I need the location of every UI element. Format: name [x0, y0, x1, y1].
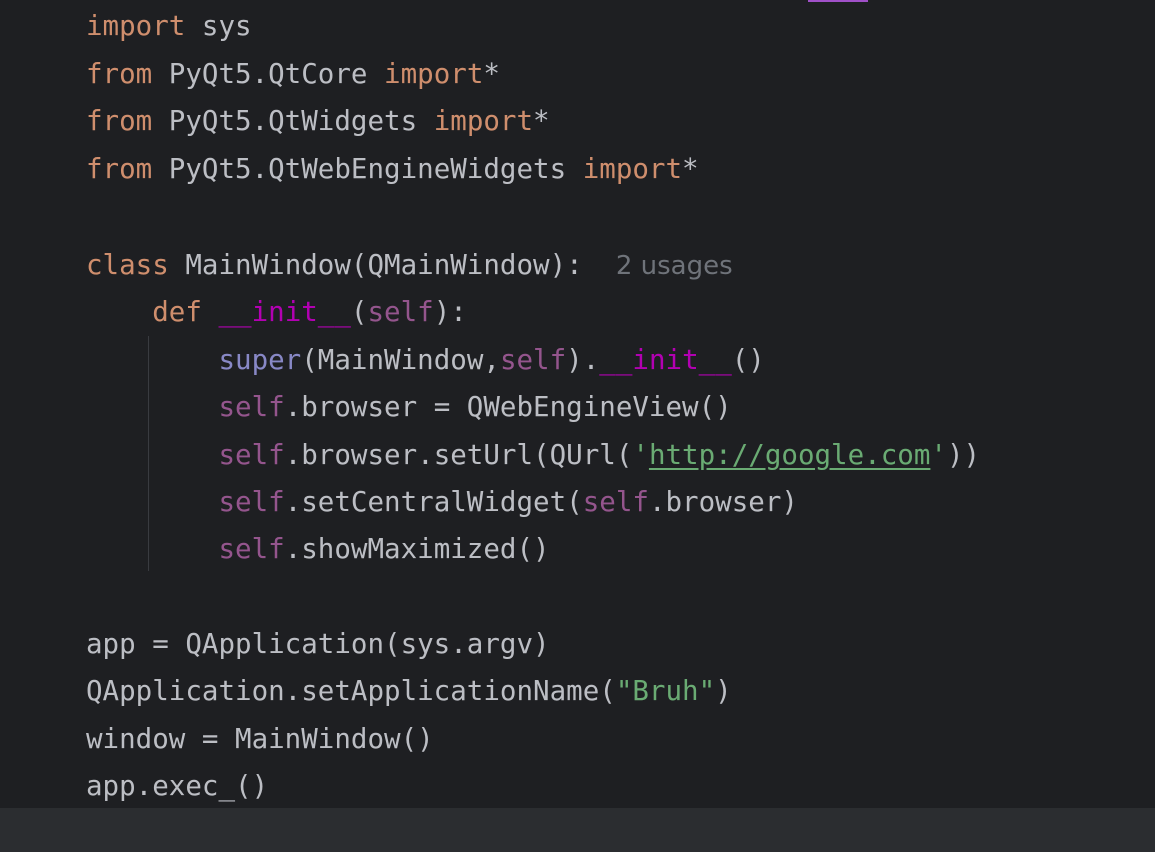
code-text: ): — [433, 296, 467, 328]
code-text: .browser) — [648, 486, 798, 518]
code-line-10[interactable]: self.setCentralWidget(self.browser) — [86, 482, 798, 522]
code-line-8[interactable]: self.browser = QWebEngineView() — [86, 387, 732, 427]
usages-inlay-hint[interactable]: 2 usages — [616, 251, 733, 281]
code-line-9[interactable]: self.browser.setUrl(QUrl('http://google.… — [86, 435, 980, 475]
keyword: from — [86, 58, 153, 90]
code-line-6[interactable]: def __init__(self): — [86, 292, 467, 332]
code-text: () — [731, 344, 765, 376]
code-line-15[interactable]: app.exec_() — [86, 766, 268, 806]
code-text: * — [682, 153, 699, 185]
code-text: ). — [566, 344, 600, 376]
code-line-7[interactable]: super(MainWindow,self).__init__() — [86, 340, 765, 380]
code-text: MainWindow(QMainWindow): — [168, 249, 583, 281]
code-text: .browser.setUrl(QUrl( — [284, 439, 633, 471]
url-link[interactable]: http://google.com — [649, 439, 930, 471]
code-text: PyQt5.QtWidgets — [152, 105, 434, 137]
code-line-12[interactable]: app = QApplication(sys.argv) — [86, 624, 550, 664]
code-text: .showMaximized() — [284, 533, 550, 565]
code-text: window = MainWindow() — [86, 723, 434, 755]
code-text: ) — [715, 675, 732, 707]
code-editor[interactable]: import sys from PyQt5.QtCore import* fro… — [0, 0, 1155, 808]
keyword: import — [433, 105, 534, 137]
builtin: super — [218, 344, 302, 376]
code-line-4[interactable]: from PyQt5.QtWebEngineWidgets import* — [86, 149, 699, 189]
code-text: app = QApplication(sys.argv) — [86, 628, 550, 660]
code-line-11[interactable]: self.showMaximized() — [86, 529, 550, 569]
code-line-3[interactable]: from PyQt5.QtWidgets import* — [86, 101, 550, 141]
self-keyword: self — [582, 486, 649, 518]
code-text: QApplication.setApplicationName( — [86, 675, 616, 707]
keyword: import — [86, 10, 186, 42]
code-text: app.exec_() — [86, 770, 269, 802]
self-keyword: self — [218, 391, 285, 423]
self-keyword: self — [218, 533, 285, 565]
code-text: .setCentralWidget( — [284, 486, 583, 518]
code-text: .browser = QWebEngineView() — [284, 391, 732, 423]
code-line-2[interactable]: from PyQt5.QtCore import* — [86, 54, 500, 94]
code-line-5[interactable]: class MainWindow(QMainWindow): 2 usages — [86, 245, 733, 285]
bottom-panel-strip — [0, 808, 1155, 852]
scroll-marker — [808, 0, 868, 2]
string-literal: "Bruh" — [615, 675, 716, 707]
dunder-method: __init__ — [218, 296, 351, 328]
self-keyword: self — [367, 296, 434, 328]
dunder-method: __init__ — [599, 344, 732, 376]
code-text: * — [483, 58, 500, 90]
keyword: def — [152, 296, 202, 328]
code-line-13[interactable]: QApplication.setApplicationName("Bruh") — [86, 671, 732, 711]
code-line-14[interactable]: window = MainWindow() — [86, 719, 434, 759]
code-text: )) — [946, 439, 981, 471]
code-text: ( — [350, 296, 368, 328]
code-text: PyQt5.QtWebEngineWidgets — [152, 153, 583, 185]
code-line-1[interactable]: import sys — [86, 6, 252, 46]
string-quote: ' — [930, 439, 947, 471]
keyword: class — [86, 249, 169, 281]
self-keyword: self — [218, 439, 285, 471]
keyword: from — [86, 105, 153, 137]
code-text: PyQt5.QtCore — [152, 58, 385, 90]
code-text: sys — [185, 10, 252, 42]
code-text: (MainWindow, — [301, 344, 500, 376]
string-quote: ' — [632, 439, 649, 471]
keyword: from — [86, 153, 153, 185]
self-keyword: self — [218, 486, 285, 518]
code-text: * — [533, 105, 550, 137]
self-keyword: self — [499, 344, 567, 376]
keyword: import — [384, 58, 484, 90]
keyword: import — [582, 153, 683, 185]
